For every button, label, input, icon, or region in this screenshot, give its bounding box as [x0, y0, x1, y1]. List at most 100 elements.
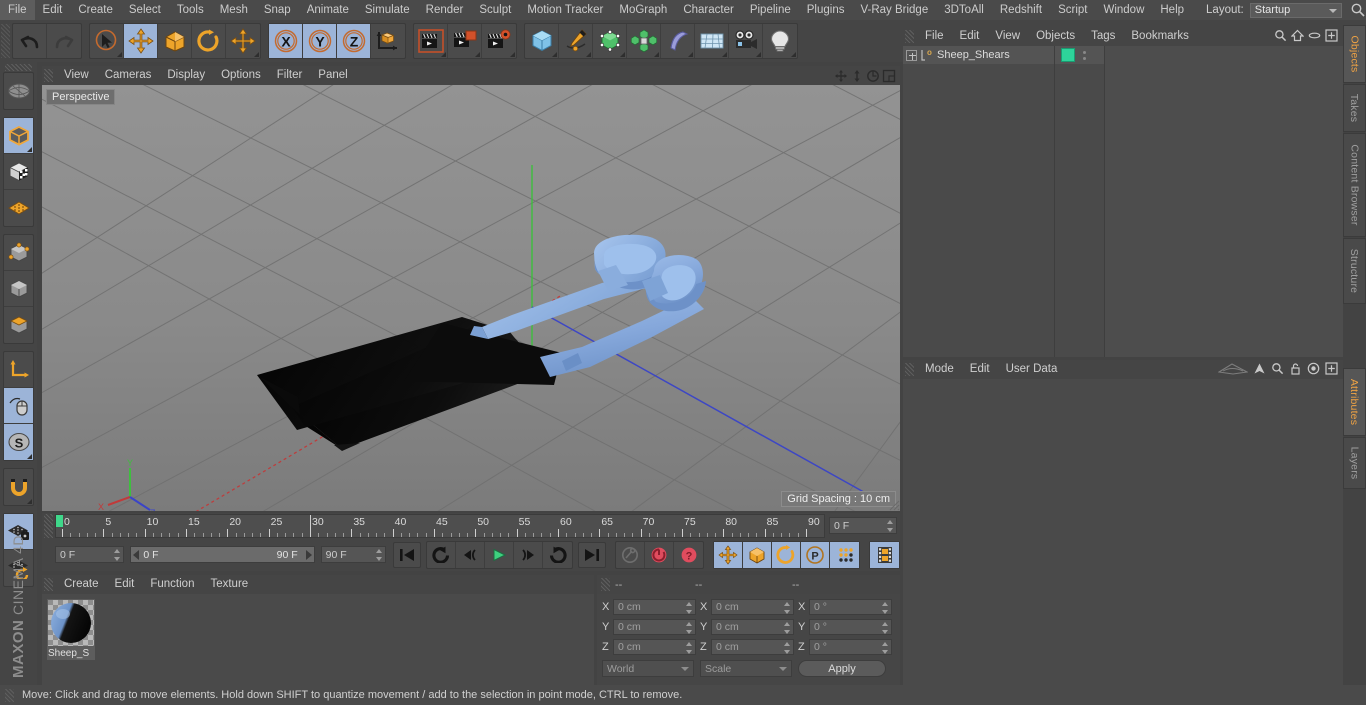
object-tree[interactable]: o Sheep_Shears [903, 46, 1055, 357]
viewport-menu-filter[interactable]: Filter [269, 66, 311, 85]
object-menu-view[interactable]: View [987, 27, 1028, 46]
size-y-field[interactable]: 0 cm [711, 619, 794, 635]
viewport-menu-display[interactable]: Display [159, 66, 213, 85]
keyframe-selection-button[interactable]: ? [674, 542, 703, 568]
edges-mode-button[interactable] [4, 271, 33, 307]
search-icon[interactable] [1350, 2, 1366, 18]
menu-item-script[interactable]: Script [1050, 0, 1095, 20]
viewport-menu-view[interactable]: View [56, 66, 97, 85]
lock-icon[interactable] [1289, 362, 1302, 378]
rotation-key-toggle[interactable] [772, 541, 801, 568]
stepper-icon[interactable] [881, 602, 888, 614]
object-manager-empty-area[interactable] [1105, 46, 1343, 357]
range-left-arrow-icon[interactable] [133, 549, 140, 560]
object-menu-objects[interactable]: Objects [1028, 27, 1083, 46]
viewport-resize-handle[interactable] [888, 499, 900, 511]
apply-button[interactable]: Apply [798, 660, 886, 677]
toggle-grid-button[interactable] [4, 190, 33, 226]
material-menu-create[interactable]: Create [56, 575, 107, 594]
rotation-y-field[interactable]: 0 ° [809, 619, 892, 635]
expand-icon[interactable] [1325, 28, 1338, 45]
coordinate-system-select[interactable]: World [602, 660, 694, 677]
points-mode-button[interactable] [4, 235, 33, 271]
menu-item-create[interactable]: Create [70, 0, 121, 20]
object-tag-row[interactable] [1055, 46, 1104, 64]
make-editable-button[interactable] [4, 118, 33, 154]
rotation-x-field[interactable]: 0 ° [809, 599, 892, 615]
step-forward-button[interactable] [514, 541, 544, 568]
expand-icon[interactable] [1325, 361, 1338, 378]
material-menu-texture[interactable]: Texture [202, 575, 256, 594]
go-to-start-button[interactable] [393, 541, 422, 568]
stepper-icon[interactable] [783, 622, 790, 634]
status-bar-grip[interactable] [5, 688, 14, 702]
curve-icon[interactable] [1217, 362, 1249, 378]
y-axis-lock[interactable]: Y [303, 24, 337, 58]
target-icon[interactable] [1307, 362, 1320, 378]
x-axis-lock[interactable]: X [269, 24, 303, 58]
viewport-menu-cameras[interactable]: Cameras [97, 66, 160, 85]
menu-item-sculpt[interactable]: Sculpt [471, 0, 519, 20]
material-preview[interactable] [47, 599, 95, 647]
workplane-button[interactable]: S [4, 424, 33, 460]
z-axis-lock[interactable]: Z [337, 24, 371, 58]
timeline-ruler[interactable]: 0 5 10 15 20 25 30 35 40 45 50 55 60 65 70 75 80 85 90 [55, 514, 825, 538]
record-active-objects-button[interactable] [616, 541, 645, 568]
menu-item-tools[interactable]: Tools [169, 0, 212, 20]
end-frame-field[interactable]: 90 F [320, 546, 387, 563]
material-menu-edit[interactable]: Edit [107, 575, 143, 594]
animation-mode-button[interactable] [870, 541, 899, 568]
maximize-icon[interactable] [882, 69, 896, 83]
pan-icon[interactable] [834, 69, 848, 83]
tab-structure[interactable]: Structure [1343, 238, 1366, 304]
search-icon[interactable] [1274, 29, 1287, 45]
viewport-menu-panel[interactable]: Panel [310, 66, 355, 85]
stepper-icon[interactable] [881, 622, 888, 634]
menu-item-animate[interactable]: Animate [299, 0, 357, 20]
range-right-arrow-icon[interactable] [305, 549, 312, 560]
tab-takes[interactable]: Takes [1343, 84, 1366, 132]
menu-item-vray-bridge[interactable]: V-Ray Bridge [852, 0, 936, 20]
position-key-toggle[interactable] [714, 541, 743, 568]
object-tag-column[interactable] [1055, 46, 1105, 357]
menu-item-simulate[interactable]: Simulate [357, 0, 418, 20]
menu-item-snap[interactable]: Snap [256, 0, 299, 20]
eye-icon[interactable] [1308, 29, 1321, 45]
render-view-button[interactable] [414, 24, 448, 58]
rotate-tool[interactable] [192, 24, 226, 58]
stepper-icon[interactable] [783, 642, 790, 654]
render-settings-button[interactable] [482, 24, 516, 58]
menu-item-window[interactable]: Window [1095, 0, 1152, 20]
enable-axis-modification-button[interactable] [4, 154, 33, 190]
menu-item-file[interactable]: File [0, 0, 35, 20]
attributes-menu-mode[interactable]: Mode [917, 360, 962, 379]
size-z-field[interactable]: 0 cm [711, 639, 794, 655]
polygons-mode-button[interactable] [4, 307, 33, 343]
attributes-menu-edit[interactable]: Edit [962, 360, 998, 379]
viewport-menu-options[interactable]: Options [213, 66, 269, 85]
timeline-grip[interactable] [44, 514, 53, 538]
position-x-field[interactable]: 0 cm [613, 599, 696, 615]
redo-button[interactable] [47, 24, 81, 58]
menu-item-plugins[interactable]: Plugins [799, 0, 853, 20]
transform-mode-select[interactable]: Scale [700, 660, 792, 677]
object-menu-edit[interactable]: Edit [952, 27, 988, 46]
menu-item-mograph[interactable]: MoGraph [611, 0, 675, 20]
object-menu-file[interactable]: File [917, 27, 952, 46]
menu-item-3dtoall[interactable]: 3DToAll [936, 0, 992, 20]
position-y-field[interactable]: 0 cm [613, 619, 696, 635]
layout-select[interactable]: Startup [1249, 2, 1342, 18]
expand-toggle-icon[interactable] [906, 49, 917, 61]
stepper-icon[interactable] [881, 642, 888, 654]
transform-tool[interactable] [226, 24, 260, 58]
menu-item-mesh[interactable]: Mesh [212, 0, 256, 20]
render-to-picture-viewer-button[interactable] [448, 24, 482, 58]
viewport-menu-grip[interactable] [44, 69, 53, 82]
timeline-preview-end-field[interactable]: 0 F [829, 517, 897, 534]
stepper-icon[interactable] [783, 602, 790, 614]
tab-objects[interactable]: Objects [1343, 25, 1366, 83]
scale-tool[interactable] [158, 24, 192, 58]
tab-content-browser[interactable]: Content Browser [1343, 133, 1366, 237]
parameter-key-toggle[interactable]: P [801, 541, 830, 568]
add-primitive-cube-button[interactable] [525, 24, 559, 58]
